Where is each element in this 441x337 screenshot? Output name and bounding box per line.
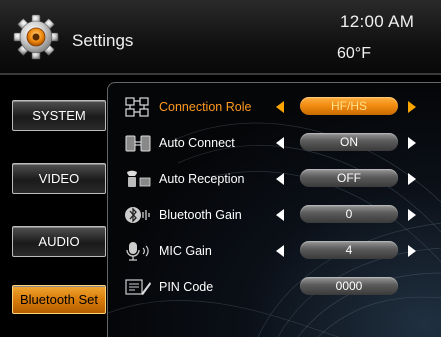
setting-value-pill[interactable]: HF/HS: [300, 97, 398, 115]
setting-value-pill[interactable]: ON: [300, 133, 398, 151]
increase-arrow-icon[interactable]: [408, 101, 416, 113]
setting-label: PIN Code: [159, 280, 214, 294]
setting-label: Connection Role: [159, 100, 252, 114]
auto-connect-icon: [125, 135, 151, 152]
increase-arrow-icon[interactable]: [408, 173, 416, 185]
setting-label: Bluetooth Gain: [159, 208, 242, 222]
header-bar: Settings 12:00 AM 60°F: [0, 0, 441, 73]
setting-label: Auto Reception: [159, 172, 245, 186]
setting-row-bluetooth-gain[interactable]: Bluetooth Gain 0: [108, 199, 441, 233]
decrease-arrow-icon[interactable]: [276, 209, 284, 221]
setting-value-pill[interactable]: 4: [300, 241, 398, 259]
nav-system-button[interactable]: SYSTEM: [12, 100, 106, 131]
decrease-arrow-icon[interactable]: [276, 101, 284, 113]
setting-row-auto-reception[interactable]: Auto Reception OFF: [108, 163, 441, 197]
increase-arrow-icon[interactable]: [408, 245, 416, 257]
settings-gear-icon: [13, 14, 59, 60]
setting-row-pin-code[interactable]: PIN Code 0000: [108, 271, 441, 305]
settings-panel: Connection Role HF/HS Auto Connect ON Au…: [107, 82, 441, 337]
setting-value-pill[interactable]: 0: [300, 205, 398, 223]
setting-row-auto-connect[interactable]: Auto Connect ON: [108, 127, 441, 161]
bluetooth-gain-icon: [125, 207, 150, 223]
settings-screen: Settings 12:00 AM 60°F SYSTEM VIDEO AUDI…: [0, 0, 441, 337]
page-title: Settings: [72, 31, 134, 50]
connection-role-icon: [125, 97, 149, 117]
setting-row-mic-gain[interactable]: MIC Gain 4: [108, 235, 441, 269]
setting-value-pill[interactable]: 0000: [300, 277, 398, 295]
increase-arrow-icon[interactable]: [408, 137, 416, 149]
header-divider: [0, 73, 441, 75]
clock-time: 12:00 AM: [340, 12, 415, 31]
decrease-arrow-icon[interactable]: [276, 137, 284, 149]
setting-value-pill[interactable]: OFF: [300, 169, 398, 187]
nav-bluetooth-set-button[interactable]: Bluetooth Set: [12, 285, 106, 314]
pin-code-icon: [125, 279, 151, 295]
nav-audio-button[interactable]: AUDIO: [12, 226, 106, 257]
setting-row-connection-role[interactable]: Connection Role HF/HS: [108, 91, 441, 125]
decrease-arrow-icon[interactable]: [276, 245, 284, 257]
microphone-icon: [126, 242, 149, 261]
setting-label: MIC Gain: [159, 244, 212, 258]
decrease-arrow-icon[interactable]: [276, 173, 284, 185]
increase-arrow-icon[interactable]: [408, 209, 416, 221]
setting-label: Auto Connect: [159, 136, 235, 150]
temperature-readout: 60°F: [337, 45, 371, 62]
auto-reception-icon: [127, 170, 151, 187]
nav-video-button[interactable]: VIDEO: [12, 163, 106, 194]
